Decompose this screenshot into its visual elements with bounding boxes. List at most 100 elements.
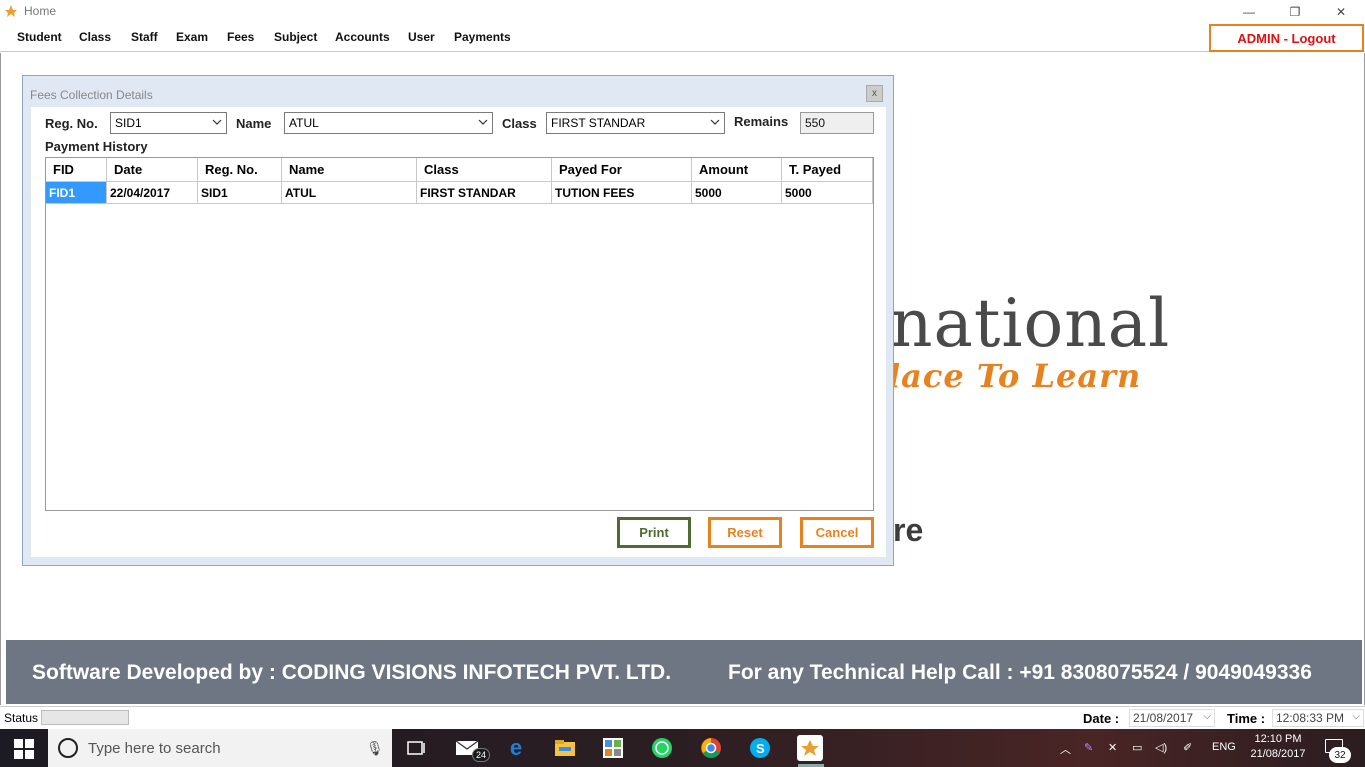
cell-name[interactable]: ATUL xyxy=(282,182,417,204)
column-header-fid[interactable]: FID xyxy=(46,158,107,182)
menu-class[interactable]: Class xyxy=(79,30,111,44)
whatsapp-icon[interactable] xyxy=(649,735,675,761)
chevron-down-icon xyxy=(478,119,488,125)
background-partial-text: re xyxy=(893,512,924,548)
name-value: ATUL xyxy=(289,116,319,130)
file-explorer-icon[interactable] xyxy=(552,735,578,761)
taskbar-clock[interactable]: 12:10 PM 21/08/2017 xyxy=(1247,732,1309,762)
date-value: 21/08/2017 xyxy=(1133,711,1194,725)
school-app-icon[interactable] xyxy=(797,735,823,761)
cell-regno[interactable]: SID1 xyxy=(198,182,282,204)
regno-value: SID1 xyxy=(115,116,142,130)
footer-helpline-text: For any Technical Help Call : +91 830807… xyxy=(728,661,1312,684)
menu-user[interactable]: User xyxy=(408,30,435,44)
taskbar-search-box[interactable]: Type here to search 🎙 xyxy=(48,729,392,767)
name-combobox[interactable]: ATUL xyxy=(284,112,493,134)
app-logo-icon xyxy=(5,5,17,17)
chevron-down-icon xyxy=(710,119,720,125)
network-disconnected-icon[interactable]: ✕ xyxy=(1108,741,1117,754)
maximize-button[interactable]: ❐ xyxy=(1272,0,1318,24)
cell-amount[interactable]: 5000 xyxy=(692,182,782,204)
table-row[interactable]: FID1 22/04/2017 SID1 ATUL FIRST STANDAR … xyxy=(46,182,873,204)
chevron-down-icon xyxy=(212,119,222,125)
reset-button[interactable]: Reset xyxy=(708,517,782,548)
window-title: Home xyxy=(24,4,57,18)
windows-taskbar: Type here to search 🎙 24 e S ︿ ✎ ✕ ▭ ◁) … xyxy=(0,729,1365,767)
menu-staff[interactable]: Staff xyxy=(131,30,158,44)
status-progress-bar xyxy=(41,710,129,725)
dialog-title: Fees Collection Details xyxy=(30,88,153,102)
cortana-icon xyxy=(58,738,78,758)
column-header-amount[interactable]: Amount xyxy=(692,158,782,182)
notification-count-badge: 32 xyxy=(1329,747,1351,763)
chevron-down-icon: ⌵ xyxy=(1352,711,1360,722)
date-picker[interactable]: 21/08/2017 ⌵ xyxy=(1129,709,1215,727)
cell-t-payed[interactable]: 5000 xyxy=(782,182,873,204)
name-label: Name xyxy=(236,116,272,131)
cell-payed-for[interactable]: TUTION FEES xyxy=(552,182,692,204)
regno-label: Reg. No. xyxy=(45,116,98,131)
menu-bar: Student Class Staff Exam Fees Subject Ac… xyxy=(0,24,1365,52)
window-titlebar: Home — ❐ ✕ xyxy=(0,0,1365,24)
battery-icon[interactable]: ▭ xyxy=(1132,741,1142,754)
time-picker[interactable]: 12:08:33 PM ⌵ xyxy=(1272,709,1364,727)
menu-student[interactable]: Student xyxy=(17,30,62,44)
menu-exam[interactable]: Exam xyxy=(176,30,208,44)
footer-banner: Software Developed by : CODING VISIONS I… xyxy=(6,640,1362,704)
chevron-up-icon[interactable]: ︿ xyxy=(1060,741,1071,757)
payment-history-grid[interactable]: FID Date Reg. No. Name Class Payed For A… xyxy=(45,157,874,511)
payment-history-label: Payment History xyxy=(45,139,148,154)
column-header-name[interactable]: Name xyxy=(282,158,417,182)
minimize-button[interactable]: — xyxy=(1226,0,1272,24)
column-header-class[interactable]: Class xyxy=(417,158,552,182)
volume-icon[interactable]: ◁) xyxy=(1155,741,1167,754)
class-value: FIRST STANDAR xyxy=(551,116,646,130)
date-label: Date : xyxy=(1083,711,1120,726)
time-label: Time : xyxy=(1227,711,1266,726)
task-view-icon[interactable] xyxy=(403,735,429,761)
windows-start-icon[interactable] xyxy=(14,739,34,759)
chevron-down-icon: ⌵ xyxy=(1203,711,1211,722)
grid-header: FID Date Reg. No. Name Class Payed For A… xyxy=(46,158,873,182)
chrome-icon[interactable] xyxy=(698,735,724,761)
menu-subject[interactable]: Subject xyxy=(274,30,317,44)
class-combobox[interactable]: FIRST STANDAR xyxy=(546,112,725,134)
status-label: Status xyxy=(4,711,39,725)
class-label: Class xyxy=(502,116,537,131)
column-header-payed-for[interactable]: Payed For xyxy=(552,158,692,182)
logout-button[interactable]: ADMIN - Logout xyxy=(1209,24,1364,52)
close-window-button[interactable]: ✕ xyxy=(1318,0,1364,24)
print-button[interactable]: Print xyxy=(617,517,691,548)
column-header-t-payed[interactable]: T. Payed xyxy=(782,158,873,182)
search-placeholder: Type here to search xyxy=(88,740,221,757)
dialog-close-button[interactable]: x xyxy=(866,85,883,102)
remains-field: 550 xyxy=(800,112,874,134)
time-value: 12:08:33 PM xyxy=(1276,711,1345,725)
footer-developer-text: Software Developed by : CODING VISIONS I… xyxy=(32,661,672,684)
cell-date[interactable]: 22/04/2017 xyxy=(107,182,198,204)
clock-time: 12:10 PM xyxy=(1254,733,1302,745)
microphone-icon[interactable]: 🎙 xyxy=(366,740,384,757)
menu-fees[interactable]: Fees xyxy=(227,30,254,44)
svg-text:S: S xyxy=(756,741,765,756)
cancel-button[interactable]: Cancel xyxy=(800,517,874,548)
edge-browser-icon[interactable]: e xyxy=(503,735,529,761)
skype-icon[interactable]: S xyxy=(747,735,773,761)
pen-workspace-icon[interactable]: ✐ xyxy=(1183,741,1192,754)
status-bar: Status Date : 21/08/2017 ⌵ Time : 12:08:… xyxy=(0,706,1365,728)
column-header-regno[interactable]: Reg. No. xyxy=(198,158,282,182)
clock-date: 21/08/2017 xyxy=(1250,748,1306,760)
menu-accounts[interactable]: Accounts xyxy=(335,30,390,44)
remains-label: Remains xyxy=(734,114,789,129)
cell-fid[interactable]: FID1 xyxy=(46,182,107,204)
language-indicator[interactable]: ENG xyxy=(1212,741,1236,753)
pen-tray-icon[interactable]: ✎ xyxy=(1084,741,1093,754)
background-logo-text: national xyxy=(890,285,1171,362)
menu-payments[interactable]: Payments xyxy=(454,30,511,44)
background-logo-tagline: lace To Learn xyxy=(888,357,1142,395)
column-header-date[interactable]: Date xyxy=(107,158,198,182)
cell-class[interactable]: FIRST STANDAR xyxy=(417,182,552,204)
mail-badge: 24 xyxy=(472,748,490,762)
app-grid-icon[interactable] xyxy=(600,735,626,761)
regno-combobox[interactable]: SID1 xyxy=(110,112,227,134)
